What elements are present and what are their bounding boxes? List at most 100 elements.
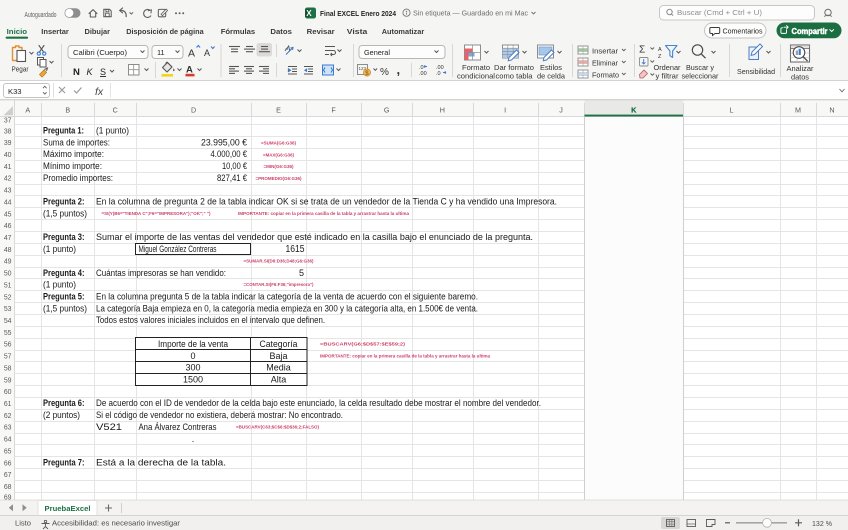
svg-text:Eliminar: Eliminar — [592, 59, 619, 68]
svg-text:44: 44 — [4, 199, 12, 206]
svg-text:Fórmulas: Fórmulas — [221, 27, 256, 36]
svg-text:S: S — [100, 67, 106, 77]
svg-text:68: 68 — [4, 484, 12, 491]
svg-text:827,41 €: 827,41 € — [217, 173, 247, 183]
svg-text:=BUSCARV(G6;$D$57:$E$59;2): =BUSCARV(G6;$D$57:$E$59;2) — [320, 342, 406, 347]
svg-text:Baja: Baja — [269, 351, 287, 361]
svg-text:Sin etiqueta — Guardado en mi: Sin etiqueta — Guardado en mi Mac — [413, 9, 528, 18]
svg-text:58: 58 — [4, 365, 12, 372]
svg-text:X: X — [306, 9, 312, 18]
svg-text:seleccionar: seleccionar — [682, 72, 720, 81]
svg-text:63: 63 — [4, 425, 12, 432]
svg-text:Formato: Formato — [592, 71, 619, 80]
svg-text:de celda: de celda — [537, 72, 565, 81]
svg-text:F: F — [331, 105, 336, 114]
svg-text:Pregunta 5:: Pregunta 5: — [43, 291, 85, 301]
svg-text:.: . — [192, 434, 195, 444]
svg-text:=PROMEDIO(G6:G36): =PROMEDIO(G6:G36) — [256, 176, 302, 181]
svg-text:C: C — [113, 105, 118, 114]
svg-text:42: 42 — [4, 176, 12, 183]
svg-text:Revisar: Revisar — [307, 27, 335, 36]
svg-text:55: 55 — [4, 330, 12, 337]
svg-text:Si el código de vendedor no ex: Si el código de vendedor no existiera, d… — [96, 410, 343, 420]
svg-text:53: 53 — [4, 306, 12, 313]
svg-text:49: 49 — [4, 259, 12, 266]
svg-text:Sumar el importe de las ventas: Sumar el importe de las ventas del vende… — [96, 232, 533, 242]
svg-text:La categoría Baja empieza en 0: La categoría Baja empieza en 0, la categ… — [96, 303, 478, 313]
svg-text:Buscar (Cmd + Ctrl + U): Buscar (Cmd + Ctrl + U) — [677, 8, 762, 17]
svg-text:A: A — [188, 48, 195, 60]
svg-text:38: 38 — [4, 128, 12, 135]
svg-text:=SUMAR.SI(D6:D36;D48;G6:G36): =SUMAR.SI(D6:D36;D48;G6:G36) — [244, 259, 314, 264]
svg-text:A: A — [25, 105, 30, 114]
svg-text:132 %: 132 % — [812, 519, 832, 528]
svg-text:Automatizar: Automatizar — [382, 27, 425, 36]
svg-text:.0: .0 — [436, 71, 441, 77]
svg-text:Compartir: Compartir — [792, 27, 828, 36]
svg-text:0: 0 — [190, 351, 195, 361]
svg-text:Sensibilidad: Sensibilidad — [737, 67, 775, 76]
svg-text:Insertar: Insertar — [592, 47, 619, 56]
svg-text:(2 puntos): (2 puntos) — [43, 410, 80, 420]
svg-text:%: % — [380, 67, 389, 78]
svg-text:Categoría: Categoría — [260, 339, 298, 349]
svg-text:Pregunta 7:: Pregunta 7: — [43, 457, 85, 467]
svg-text:59: 59 — [4, 377, 12, 384]
svg-text:Mínimo importe:: Mínimo importe: — [43, 161, 102, 171]
svg-text:,: , — [397, 62, 401, 77]
svg-text:como tabla: como tabla — [496, 72, 533, 81]
svg-text:64: 64 — [4, 437, 12, 444]
svg-text:condicional: condicional — [457, 72, 495, 81]
svg-text:datos: datos — [791, 73, 809, 82]
svg-text:23.995,00 €: 23.995,00 € — [201, 137, 247, 147]
svg-text:=SUMA(G6:G36): =SUMA(G6:G36) — [261, 140, 296, 145]
svg-text:Cuántas impresoras se han vend: Cuántas impresoras se han vendido: — [96, 268, 226, 278]
svg-text:37: 37 — [4, 117, 12, 124]
svg-text:Calibri (Cuerpo): Calibri (Cuerpo) — [73, 48, 127, 57]
svg-text:K: K — [631, 105, 637, 114]
svg-text:Pregunta 3:: Pregunta 3: — [43, 232, 85, 242]
svg-text:Media: Media — [266, 363, 291, 373]
svg-text:Listo: Listo — [15, 519, 31, 528]
svg-text:4.000,00 €: 4.000,00 € — [211, 149, 248, 159]
svg-text:62: 62 — [4, 413, 12, 420]
svg-text:Vista: Vista — [347, 27, 368, 36]
svg-text:Todos estos valores iniciales: Todos estos valores iniciales incluidos … — [96, 315, 325, 325]
svg-text:48: 48 — [4, 247, 12, 254]
svg-text:300: 300 — [185, 363, 200, 373]
svg-text:5: 5 — [299, 268, 304, 278]
svg-text:D: D — [191, 105, 196, 114]
svg-text:60: 60 — [4, 389, 12, 396]
svg-text:J: J — [559, 105, 563, 114]
svg-text:Inicio: Inicio — [7, 27, 28, 36]
svg-text:1615: 1615 — [286, 244, 305, 255]
svg-text:K: K — [87, 67, 94, 77]
svg-text:V521: V521 — [96, 422, 122, 432]
svg-text:=SI(Y(B6="TIENDA C";F6="IMPRES: =SI(Y(B6="TIENDA C";F6="IMPRESORA");"OK"… — [102, 211, 212, 216]
svg-text:47: 47 — [4, 235, 12, 242]
svg-text:(1,5 puntos): (1,5 puntos) — [43, 303, 87, 313]
svg-text:Insertar: Insertar — [41, 27, 69, 36]
svg-text:Accesibilidad: es necesario in: Accesibilidad: es necesario investigar — [52, 519, 181, 528]
svg-text:Ana Álvarez Contreras: Ana Álvarez Contreras — [139, 422, 217, 432]
svg-text:Dibujar: Dibujar — [85, 27, 111, 36]
svg-text:51: 51 — [4, 282, 12, 289]
svg-text:B: B — [65, 105, 70, 114]
svg-text:M: M — [795, 105, 801, 114]
svg-text:En la columna de pregunta 2 de: En la columna de pregunta 2 de la tabla … — [96, 197, 557, 207]
svg-text:Final EXCEL Enero 2024: Final EXCEL Enero 2024 — [320, 9, 397, 18]
svg-text:E: E — [276, 105, 281, 114]
svg-text:Miguel González Contreras: Miguel González Contreras — [139, 244, 217, 254]
svg-text:=MAX(G6:G36): =MAX(G6:G36) — [263, 152, 294, 157]
svg-text:G: G — [384, 105, 390, 114]
svg-text:IMPORTANTE: copiar en la prime: IMPORTANTE: copiar en la primera casilla… — [238, 211, 410, 216]
svg-text:L: L — [730, 105, 734, 114]
svg-text:y filtrar: y filtrar — [656, 72, 680, 81]
svg-text:Alta: Alta — [271, 374, 287, 384]
svg-text:61: 61 — [4, 401, 12, 408]
svg-text:En la columna pregunta 5 de la: En la columna pregunta 5 de la tabla ind… — [96, 291, 478, 301]
svg-text:1500: 1500 — [183, 374, 203, 384]
svg-text:39: 39 — [4, 140, 12, 147]
svg-text:PruebaExcel: PruebaExcel — [45, 504, 91, 513]
svg-text:A: A — [658, 47, 662, 53]
